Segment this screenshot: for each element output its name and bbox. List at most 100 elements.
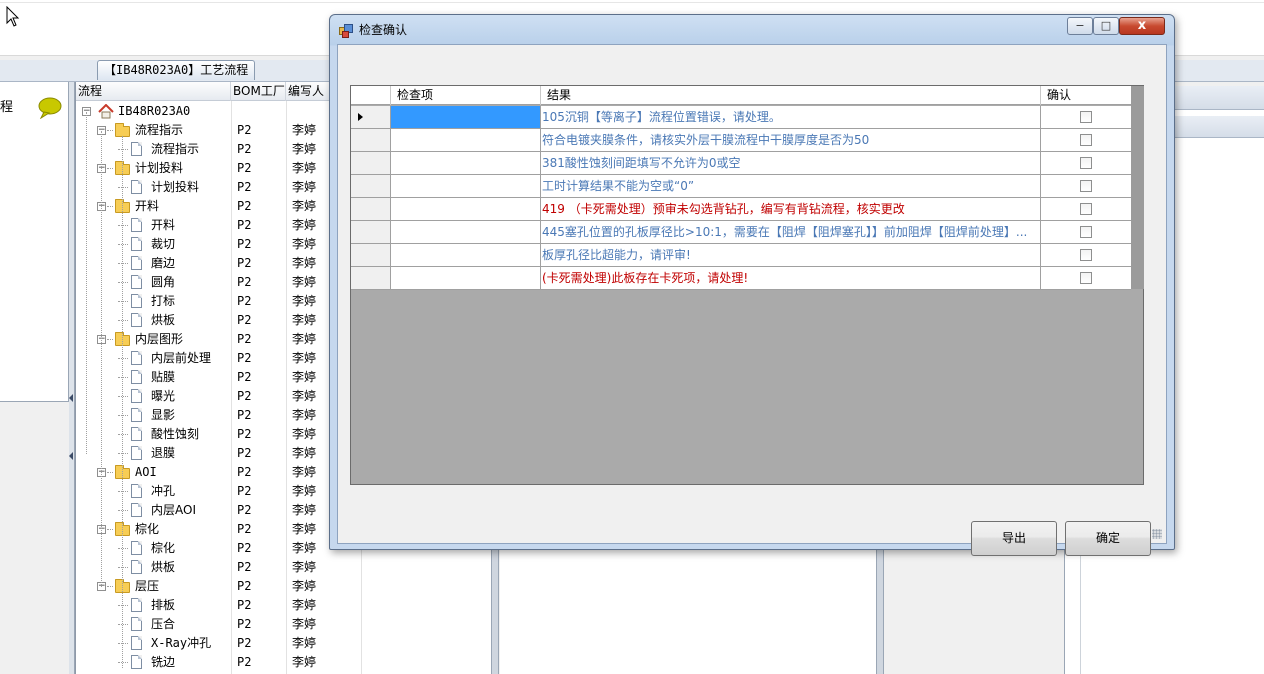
tree-node-label: 磨边 <box>151 256 176 270</box>
grid-cell-result[interactable]: 105沉铜【等离子】流程位置错误，请处理。 <box>541 106 1041 128</box>
tree-bom-factory: P2 <box>237 484 252 498</box>
grid-row-header[interactable] <box>351 175 391 197</box>
tree-node-label: 内层图形 <box>135 332 184 346</box>
tree-writer: 李婷 <box>292 218 317 232</box>
grid-cell-result[interactable]: (卡死需处理)此板存在卡死项，请处理! <box>541 267 1041 289</box>
grid-cell-result[interactable]: 符合电镀夹膜条件，请核实外层干膜流程中干膜厚度是否为50 <box>541 129 1041 151</box>
grid-cell-check-item[interactable] <box>391 152 541 174</box>
grid-row[interactable]: 符合电镀夹膜条件，请核实外层干膜流程中干膜厚度是否为50 <box>351 129 1131 152</box>
grid-row[interactable]: 工时计算结果不能为空或“0” <box>351 175 1131 198</box>
confirm-checkbox[interactable] <box>1080 226 1092 238</box>
ok-button[interactable]: 确定 <box>1065 521 1151 556</box>
grid-col-result[interactable]: 结果 <box>541 86 1041 105</box>
tree-col-process[interactable]: 流程 <box>76 82 231 101</box>
grid-row-header-corner[interactable] <box>351 86 391 105</box>
grid-cell-check-item[interactable] <box>391 244 541 266</box>
grid-cell-result[interactable]: 工时计算结果不能为空或“0” <box>541 175 1041 197</box>
tree-bom-factory: P2 <box>237 465 252 479</box>
document-icon <box>131 636 142 650</box>
tree-col-bom-factory[interactable]: BOM工厂 <box>231 82 286 101</box>
tree-row[interactable]: −层压P2李婷已编写 <box>76 577 550 596</box>
check-confirm-dialog: 检查确认 − □ x 检查项 结果 确认 105沉铜【等离子】流程位置错误，请处… <box>329 14 1175 556</box>
grid-cell-confirm <box>1041 175 1131 197</box>
grid-row[interactable]: 419 （卡死需处理）预审未勾选背钻孔，编写有背钻流程，核实更改 <box>351 198 1131 221</box>
grid-cell-confirm <box>1041 106 1131 128</box>
tree-node-label: 棕化 <box>135 522 160 536</box>
grid-row-header[interactable] <box>351 267 391 289</box>
tree-bom-factory: P2 <box>237 199 252 213</box>
tree-writer: 李婷 <box>292 560 317 574</box>
tree-node-label: 流程指示 <box>151 142 200 156</box>
grid-cell-check-item[interactable] <box>391 198 541 220</box>
document-icon <box>131 427 142 441</box>
document-icon <box>131 389 142 403</box>
grid-header: 检查项 结果 确认 <box>351 86 1131 105</box>
grid-col-check-item[interactable]: 检查项 <box>391 86 541 105</box>
collapse-left-arrow-icon[interactable] <box>69 394 73 402</box>
grid-cell-check-item[interactable] <box>391 129 541 151</box>
tree-row[interactable]: X-Ray冲孔P2李婷已编写 <box>76 634 550 653</box>
maximize-button[interactable]: □ <box>1093 17 1119 35</box>
tree-row[interactable]: 排板P2李婷已编写 <box>76 596 550 615</box>
tree-bom-factory: P2 <box>237 256 252 270</box>
tree-node-label: 棕化 <box>151 541 176 555</box>
confirm-checkbox[interactable] <box>1080 111 1092 123</box>
grid-cell-result[interactable]: 445塞孔位置的孔板厚径比>10:1，需要在【阻焊【阻焊塞孔】】前加阻焊【阻焊前… <box>541 221 1041 243</box>
grid-row[interactable]: 板厚孔径比超能力，请评审! <box>351 244 1131 267</box>
home-icon <box>98 104 114 119</box>
confirm-checkbox[interactable] <box>1080 180 1092 192</box>
resize-grip-icon[interactable] <box>1152 529 1162 539</box>
grid-cell-check-item[interactable] <box>391 175 541 197</box>
tab-process-route[interactable]: 【IB48R023A0】工艺流程 <box>97 60 256 80</box>
collapse-left-arrow-icon[interactable] <box>69 452 73 460</box>
document-icon <box>131 617 142 631</box>
tree-row[interactable]: 烘板P2李婷已编写 <box>76 558 550 577</box>
grid-cell-check-item[interactable] <box>391 221 541 243</box>
tree-bom-factory: P2 <box>237 541 252 555</box>
grid-cell-check-item[interactable] <box>391 267 541 289</box>
tree-node-label: 压合 <box>151 617 176 631</box>
minimize-button[interactable]: − <box>1067 17 1093 35</box>
tree-writer: 李婷 <box>292 408 317 422</box>
tree-node-label: 流程指示 <box>135 123 184 137</box>
close-button[interactable]: x <box>1119 17 1165 35</box>
grid-cell-check-item[interactable] <box>391 106 541 128</box>
confirm-checkbox[interactable] <box>1080 134 1092 146</box>
grid-row-header[interactable] <box>351 106 391 128</box>
tree-node-label: 打标 <box>151 294 176 308</box>
tree-node-label: 铣边 <box>151 655 176 669</box>
document-icon <box>131 408 142 422</box>
background-splitter[interactable] <box>491 540 499 674</box>
grid-cell-result[interactable]: 381酸性蚀刻间距填写不允许为0或空 <box>541 152 1041 174</box>
grid-cell-confirm <box>1041 267 1131 289</box>
tree-bom-factory: P2 <box>237 142 252 156</box>
confirm-checkbox[interactable] <box>1080 249 1092 261</box>
document-icon <box>131 484 142 498</box>
confirm-checkbox[interactable] <box>1080 272 1092 284</box>
grid-row-header[interactable] <box>351 129 391 151</box>
confirm-checkbox[interactable] <box>1080 203 1092 215</box>
grid-row-header[interactable] <box>351 244 391 266</box>
tree-row[interactable]: 铣边P2李婷已编写 <box>76 653 550 672</box>
grid-row[interactable]: 445塞孔位置的孔板厚径比>10:1，需要在【阻焊【阻焊塞孔】】前加阻焊【阻焊前… <box>351 221 1131 244</box>
grid-row-header[interactable] <box>351 221 391 243</box>
grid-row-header[interactable] <box>351 152 391 174</box>
confirm-checkbox[interactable] <box>1080 157 1092 169</box>
tree-row[interactable]: 压合P2李婷已编写 <box>76 615 550 634</box>
background-splitter[interactable] <box>876 548 884 674</box>
grid-row[interactable]: 381酸性蚀刻间距填写不允许为0或空 <box>351 152 1131 175</box>
export-button[interactable]: 导出 <box>971 521 1057 556</box>
chat-bubble-icon[interactable] <box>37 97 63 119</box>
document-icon <box>131 237 142 251</box>
grid-col-confirm[interactable]: 确认 <box>1041 86 1131 105</box>
grid-row-header[interactable] <box>351 198 391 220</box>
tree-writer: 李婷 <box>292 522 317 536</box>
grid-cell-result[interactable]: 419 （卡死需处理）预审未勾选背钻孔，编写有背钻流程，核实更改 <box>541 198 1041 220</box>
grid-row[interactable]: 105沉铜【等离子】流程位置错误，请处理。 <box>351 106 1131 129</box>
grid-cell-result[interactable]: 板厚孔径比超能力，请评审! <box>541 244 1041 266</box>
grid-row[interactable]: (卡死需处理)此板存在卡死项，请处理! <box>351 267 1131 290</box>
document-icon <box>131 370 142 384</box>
tree-bom-factory: P2 <box>237 636 252 650</box>
dialog-title: 检查确认 <box>359 23 408 37</box>
left-panel-label: 程 <box>0 100 14 115</box>
